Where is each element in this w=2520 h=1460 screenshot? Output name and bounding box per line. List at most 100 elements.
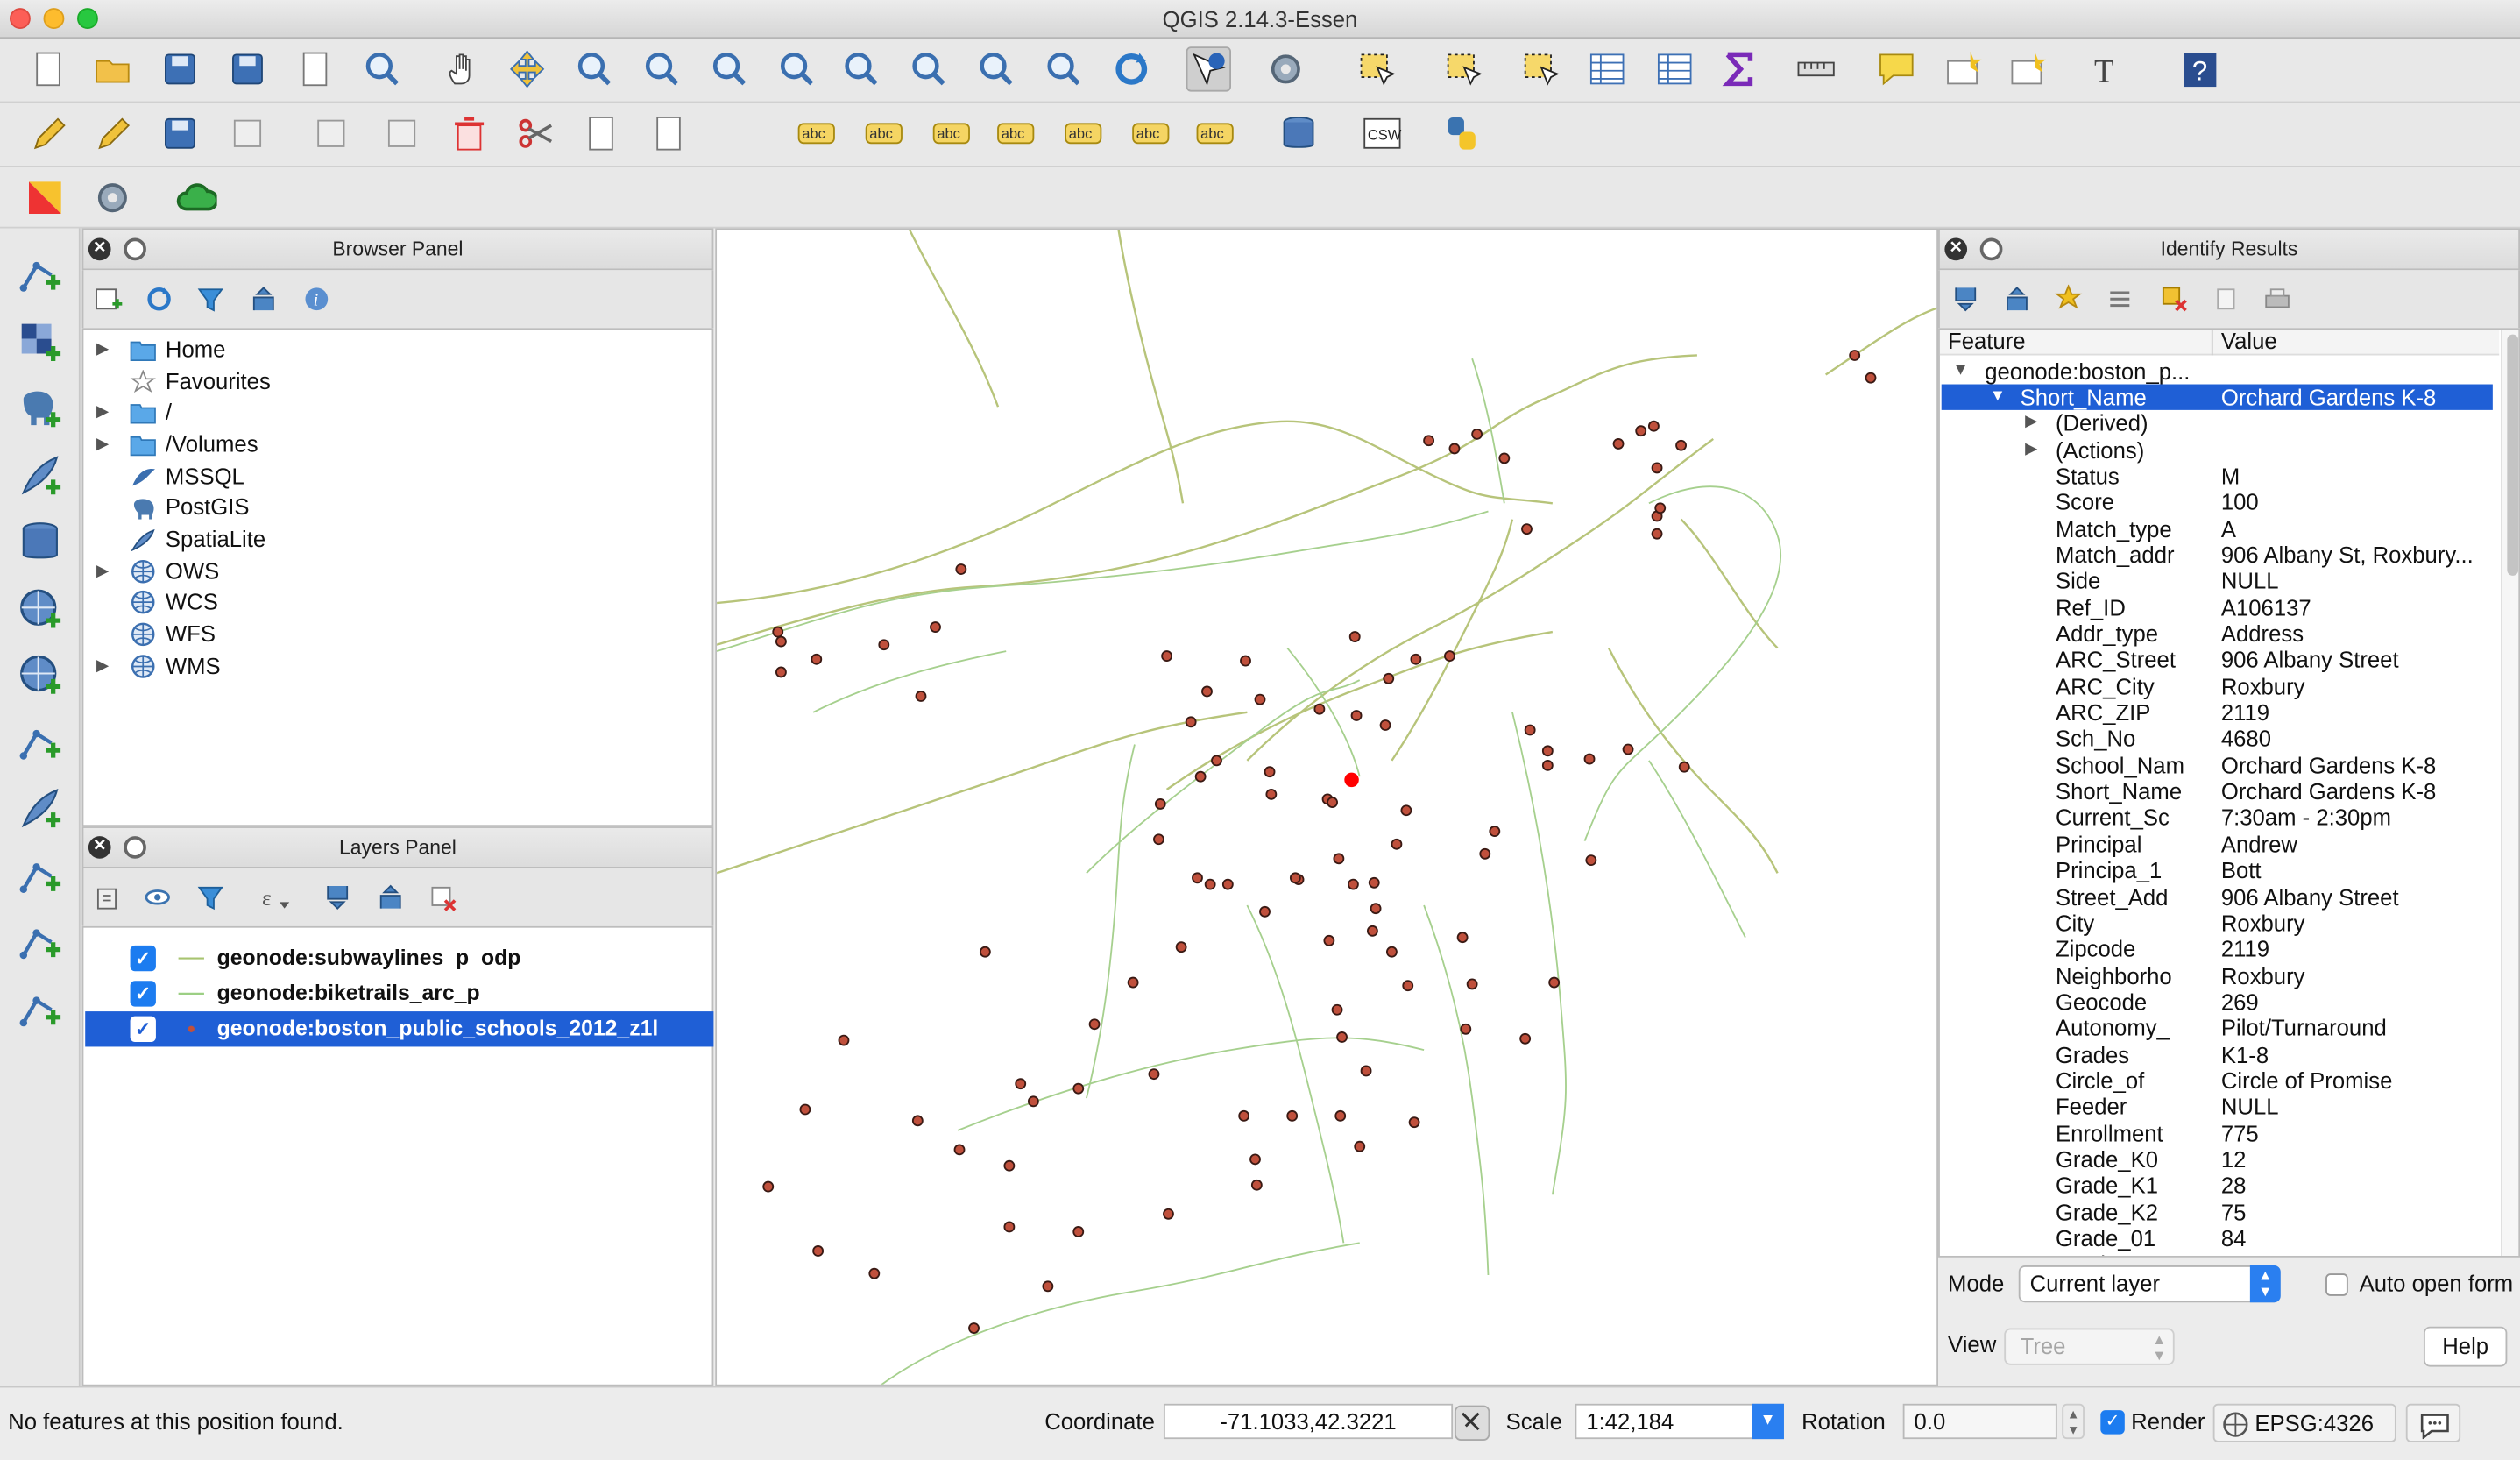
attribute-row[interactable]: Match_addr 906 Albany St, Roxbury...	[1942, 542, 2493, 568]
school-point[interactable]	[1521, 523, 1533, 535]
school-point[interactable]	[1368, 876, 1380, 889]
school-point[interactable]	[1211, 755, 1222, 767]
attribute-row[interactable]: Street_Add 906 Albany Street	[1942, 883, 2493, 910]
current-edits-button[interactable]	[25, 111, 70, 156]
school-point[interactable]	[1148, 1068, 1160, 1081]
layer-visibility-checkbox[interactable]: ✓	[130, 981, 156, 1007]
school-point[interactable]	[1254, 693, 1266, 705]
school-point[interactable]	[1354, 1140, 1366, 1152]
school-point[interactable]	[1264, 766, 1276, 778]
move-feature-button[interactable]	[308, 111, 353, 156]
school-point[interactable]	[1347, 878, 1359, 890]
attribute-row[interactable]: Principa_1 Bott	[1942, 857, 2493, 883]
zoom-native-button[interactable]	[707, 46, 752, 91]
attribute-row[interactable]: ARC_ZIP 2119	[1942, 699, 2493, 726]
add-spatialite-layer-button[interactable]	[13, 448, 67, 502]
attribute-row[interactable]: Current_Sc 7:30am - 2:30pm	[1942, 804, 2493, 831]
expand-tree-icon[interactable]	[1950, 283, 1982, 315]
identify-results-tree[interactable]: Feature Value ▼ geonode:boston_p... ▼ Short…	[1938, 328, 2520, 1258]
vertical-scrollbar[interactable]	[2501, 330, 2519, 1256]
move-label-button[interactable]: abc	[1061, 111, 1106, 156]
school-point[interactable]	[1333, 853, 1345, 865]
attribute-row[interactable]: Addr_type Address	[1942, 620, 2493, 647]
help-contents-button[interactable]: ?	[2177, 46, 2221, 91]
zoom-out-button[interactable]	[640, 46, 684, 91]
school-point[interactable]	[1163, 1208, 1174, 1220]
text-annotation-button[interactable]: T	[2086, 46, 2131, 91]
school-point[interactable]	[1489, 826, 1501, 838]
school-point[interactable]	[1175, 941, 1187, 953]
rotate-label-button[interactable]: abc	[1129, 111, 1173, 156]
toggle-extents-icon[interactable]	[1454, 1405, 1490, 1441]
collapse-all-icon[interactable]	[247, 283, 280, 315]
school-point[interactable]	[1849, 350, 1861, 361]
browser-tree[interactable]: ▶ Home Favourites ▶ / ▶/Volumes MSSQL PostGIS Sp…	[81, 328, 714, 827]
attribute-row[interactable]: Principal Andrew	[1942, 831, 2493, 857]
school-point[interactable]	[775, 635, 787, 648]
school-point[interactable]	[1015, 1078, 1027, 1090]
school-point[interactable]	[1127, 976, 1139, 989]
school-point[interactable]	[1331, 1003, 1343, 1016]
pin-labels-button[interactable]: abc	[861, 111, 906, 156]
value-column-header[interactable]: Value	[2221, 330, 2277, 354]
attribute-row[interactable]: Grade_02 96	[1942, 1251, 2493, 1256]
help-button[interactable]: Help	[2423, 1326, 2508, 1367]
school-point[interactable]	[772, 626, 784, 638]
school-point[interactable]	[1003, 1221, 1016, 1233]
new-project-button[interactable]	[25, 46, 70, 91]
messages-button[interactable]	[2405, 1403, 2461, 1442]
add-delimited-text-button[interactable]	[13, 782, 67, 836]
expand-arrow-icon[interactable]: ▶	[96, 429, 109, 460]
manage-visibility-icon[interactable]	[143, 881, 175, 913]
close-panel-icon[interactable]: ✕	[88, 237, 111, 261]
new-print-composer-button[interactable]	[293, 46, 337, 91]
school-point[interactable]	[1366, 925, 1378, 937]
deselect-all-button[interactable]	[1517, 46, 1561, 91]
zoom-last-button[interactable]	[974, 46, 1019, 91]
cut-features-button[interactable]	[514, 111, 559, 156]
attribute-row[interactable]: Grade_K2 75	[1942, 1199, 2493, 1225]
school-point[interactable]	[1201, 685, 1213, 698]
browser-item[interactable]: MSSQL	[83, 461, 710, 492]
layers-tree[interactable]: ✓ geonode:subwaylines_p_odp ✓ geonode:biket…	[81, 925, 714, 1386]
delete-selected-button[interactable]	[447, 111, 492, 156]
school-point[interactable]	[1003, 1159, 1016, 1172]
school-point[interactable]	[1583, 753, 1596, 765]
zoom-in-button[interactable]	[572, 46, 617, 91]
school-point[interactable]	[1088, 1018, 1101, 1031]
add-feature-button[interactable]	[225, 111, 270, 156]
attribute-row[interactable]: Match_type A	[1942, 515, 2493, 542]
map-canvas[interactable]	[715, 228, 1939, 1386]
school-point[interactable]	[1675, 439, 1687, 451]
filter-icon[interactable]	[195, 283, 227, 315]
browser-item[interactable]: ▶ /Volumes	[83, 429, 710, 460]
save-project-button[interactable]	[158, 46, 202, 91]
school-point[interactable]	[1221, 878, 1234, 890]
browser-item[interactable]: ▶ Home	[83, 335, 710, 365]
close-panel-icon[interactable]: ✕	[88, 836, 111, 859]
school-point[interactable]	[979, 946, 991, 958]
school-point[interactable]	[1348, 631, 1361, 643]
layer-item[interactable]: ✓ geonode:biketrails_arc_p	[85, 976, 713, 1011]
expand-all-icon[interactable]	[2104, 283, 2136, 315]
add-wcs-layer-button[interactable]	[13, 648, 67, 702]
school-point[interactable]	[878, 639, 890, 651]
expand-arrow-icon[interactable]: ▶	[96, 556, 109, 586]
close-window-button[interactable]	[10, 8, 31, 30]
attribute-row[interactable]: Status M	[1942, 463, 2493, 489]
attribute-row[interactable]: Grade_K1 28	[1942, 1173, 2493, 1199]
highlight-pinned-button[interactable]: abc	[929, 111, 973, 156]
school-point[interactable]	[1519, 1032, 1532, 1045]
school-point[interactable]	[1249, 1153, 1261, 1166]
school-point[interactable]	[1448, 443, 1461, 455]
open-field-calculator-button[interactable]	[1653, 46, 1697, 91]
refresh-button[interactable]	[1109, 46, 1154, 91]
school-point[interactable]	[1153, 833, 1164, 846]
open-attribute-table-button[interactable]	[1585, 46, 1630, 91]
school-point[interactable]	[1259, 905, 1271, 918]
expand-arrow-icon[interactable]: ▶	[96, 398, 109, 429]
auto-open-checkbox[interactable]	[2325, 1273, 2348, 1296]
expand-arrow-icon[interactable]: ▶	[2025, 410, 2037, 436]
school-point[interactable]	[1204, 878, 1216, 890]
school-point[interactable]	[953, 1144, 966, 1156]
